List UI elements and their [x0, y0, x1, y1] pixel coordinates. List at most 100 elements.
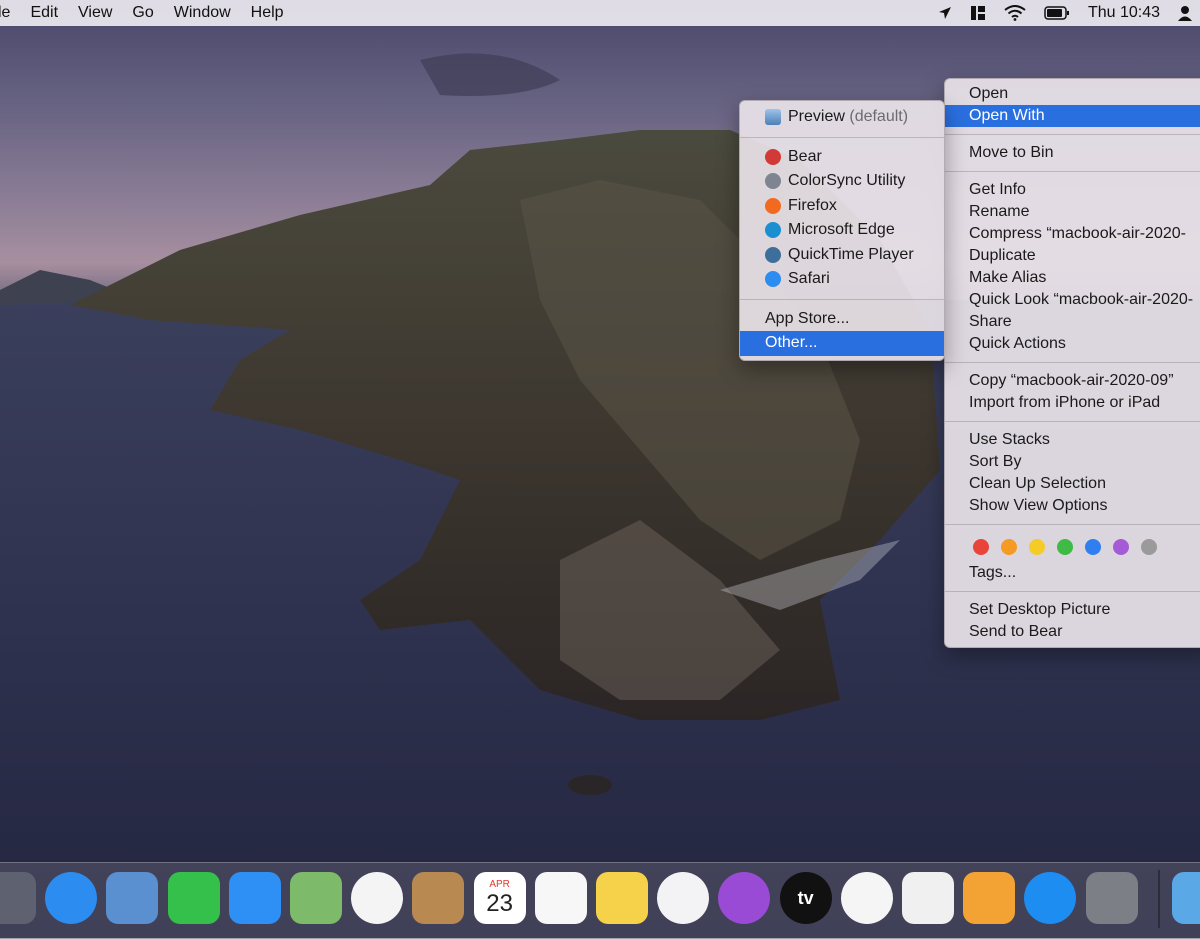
menu-item-move-to-bin[interactable]: Move to Bin — [945, 142, 1200, 164]
context-menu: Open Open With Move to Bin Get Info Rena… — [944, 78, 1200, 648]
menu-view[interactable]: View — [78, 4, 112, 22]
preview-icon — [765, 109, 781, 125]
submenu-item-app-store[interactable]: App Store... — [740, 307, 944, 332]
notes-icon[interactable] — [596, 872, 648, 924]
menu-separator — [945, 362, 1200, 363]
bear-icon — [765, 148, 781, 165]
messages-icon[interactable] — [228, 872, 281, 924]
app-name: Microsoft Edge — [788, 221, 895, 238]
app-name: Bear — [788, 147, 822, 165]
menu-item-quick-actions[interactable]: Quick Actions — [945, 333, 1200, 355]
menu-separator — [945, 134, 1200, 135]
dock-divider — [1158, 870, 1160, 928]
contacts-icon[interactable] — [412, 872, 465, 924]
wifi-icon[interactable] — [1004, 5, 1026, 21]
safari-icon — [765, 271, 781, 287]
menu-separator — [740, 298, 944, 300]
menu-window[interactable]: Window — [174, 4, 231, 22]
app-list: Bear ColorSync Utility Firefox Microsoft Ed… — [740, 145, 944, 292]
app-name: Firefox — [788, 196, 837, 214]
menu-item-quick-look[interactable]: Quick Look “macbook-air-2020- — [945, 289, 1200, 311]
menu-item-clean-up-selection[interactable]: Clean Up Selection — [945, 473, 1200, 495]
reminders-icon[interactable] — [534, 872, 587, 924]
menu-item-sort-by[interactable]: Sort By — [945, 451, 1200, 473]
app-store-icon[interactable] — [1024, 872, 1077, 924]
menu-go[interactable]: Go — [132, 4, 153, 22]
menu-separator — [945, 171, 1200, 172]
submenu-item-app[interactable]: Microsoft Edge — [740, 218, 944, 243]
colorsync-icon — [765, 173, 781, 189]
tag-color-dot[interactable] — [1113, 539, 1129, 555]
menu-file[interactable]: le — [0, 4, 10, 22]
app-name: Safari — [788, 270, 830, 287]
news-icon[interactable] — [840, 872, 893, 924]
submenu-item-other[interactable]: Other... — [740, 331, 944, 356]
app-name: ColorSync Utility — [788, 172, 906, 189]
menu-item-duplicate[interactable]: Duplicate — [945, 245, 1200, 267]
menu-item-open-with[interactable]: Open With — [945, 105, 1200, 127]
tag-color-dot[interactable] — [1029, 539, 1045, 555]
tag-color-dot[interactable] — [1057, 539, 1073, 555]
submenu-item-app[interactable]: Bear — [740, 145, 944, 170]
music-icon[interactable] — [657, 872, 710, 924]
submenu-item-app[interactable]: ColorSync Utility — [740, 169, 944, 194]
menu-separator — [945, 421, 1200, 422]
submenu-item-app[interactable]: Firefox — [740, 194, 944, 219]
layout-grid-icon[interactable] — [970, 5, 986, 21]
menu-separator — [740, 136, 944, 138]
menu-item-send-to-bear[interactable]: Send to Bear — [945, 621, 1200, 643]
menu-item-copy[interactable]: Copy “macbook-air-2020-09” — [945, 370, 1200, 392]
user-icon[interactable] — [1178, 5, 1192, 21]
battery-icon[interactable] — [1044, 6, 1070, 20]
tag-color-dot[interactable] — [973, 539, 989, 555]
open-with-submenu: Preview (default) Bear ColorSync Utility F… — [739, 100, 945, 361]
firefox-icon — [765, 197, 781, 214]
menu-edit[interactable]: Edit — [30, 4, 58, 22]
maps-icon[interactable] — [290, 872, 342, 924]
calendar-day: 23 — [486, 890, 513, 917]
folder-icon[interactable] — [1172, 872, 1200, 924]
facetime-icon[interactable] — [167, 872, 220, 924]
quicktime-icon — [765, 246, 781, 263]
tag-color-row — [945, 532, 1200, 562]
menu-item-show-view-options[interactable]: Show View Options — [945, 495, 1200, 517]
menu-item-tags[interactable]: Tags... — [945, 562, 1200, 584]
menu-item-open[interactable]: Open — [945, 83, 1200, 105]
menu-item-set-desktop-picture[interactable]: Set Desktop Picture — [945, 599, 1200, 621]
submenu-item-app[interactable]: QuickTime Player — [740, 243, 944, 268]
podcasts-icon[interactable] — [718, 872, 771, 924]
menu-item-use-stacks[interactable]: Use Stacks — [945, 429, 1200, 451]
location-arrow-icon[interactable] — [938, 6, 952, 20]
menu-separator — [945, 591, 1200, 592]
menubar-clock[interactable]: Thu 10:43 — [1088, 4, 1160, 22]
tag-color-dot[interactable] — [1141, 539, 1157, 555]
app-name: QuickTime Player — [788, 245, 914, 263]
menu-item-share[interactable]: Share — [945, 311, 1200, 333]
launchpad-icon[interactable] — [0, 872, 36, 924]
safari-icon[interactable] — [45, 872, 98, 924]
photos-icon[interactable] — [351, 872, 404, 924]
tv-label: tv — [797, 887, 814, 908]
submenu-item-preview[interactable]: Preview (default) — [740, 105, 944, 130]
default-suffix: (default) — [849, 108, 909, 125]
numbers-icon[interactable] — [902, 872, 954, 924]
menu-item-get-info[interactable]: Get Info — [945, 179, 1200, 201]
menu-item-compress[interactable]: Compress “macbook-air-2020- — [945, 223, 1200, 245]
tv-icon[interactable]: tv — [779, 872, 832, 924]
menu-separator — [945, 524, 1200, 525]
mail-icon[interactable] — [106, 872, 159, 924]
menu-item-rename[interactable]: Rename — [945, 201, 1200, 223]
menu-bar: le Edit View Go Window Help Thu 10:43 — [0, 0, 1200, 26]
menu-item-import-from-iphone[interactable]: Import from iPhone or iPad — [945, 392, 1200, 414]
default-app-label: Preview — [788, 108, 845, 125]
system-preferences-icon[interactable] — [1085, 872, 1138, 924]
tag-color-dot[interactable] — [1085, 539, 1101, 555]
menu-help[interactable]: Help — [251, 4, 284, 22]
tag-color-dot[interactable] — [1001, 539, 1017, 555]
pages-icon[interactable] — [963, 872, 1016, 924]
menu-item-make-alias[interactable]: Make Alias — [945, 267, 1200, 289]
submenu-item-app[interactable]: Safari — [740, 267, 944, 292]
calendar-icon[interactable]: APR 23 — [473, 872, 526, 924]
edge-icon — [765, 222, 781, 238]
status-area: Thu 10:43 — [938, 0, 1200, 26]
